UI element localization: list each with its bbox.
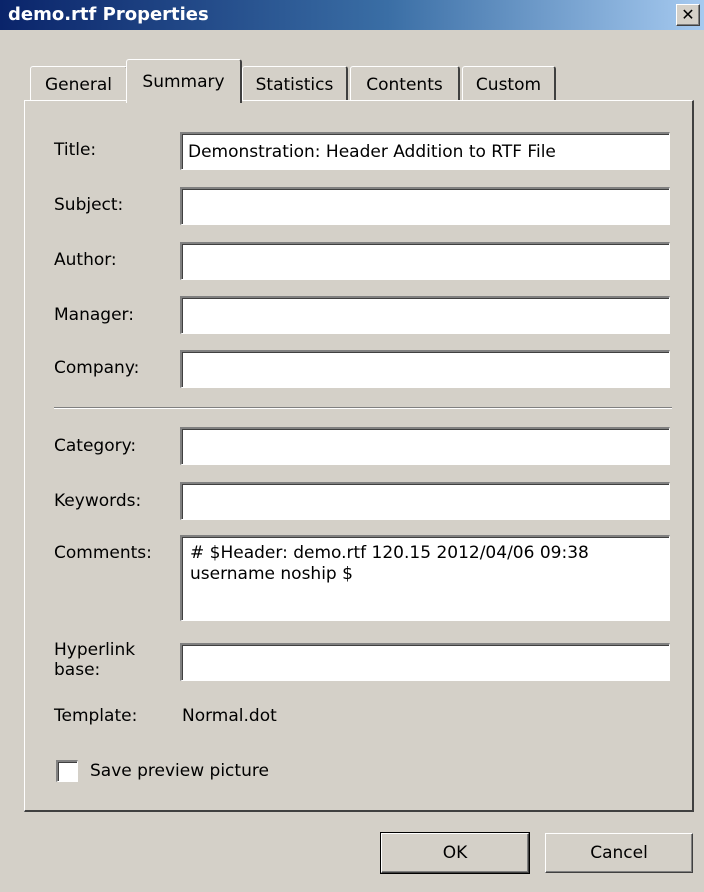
manager-label: Manager: (54, 305, 134, 325)
subject-label: Subject: (54, 195, 124, 215)
comments-label: Comments: (54, 543, 152, 563)
save-preview-label: Save preview picture (90, 761, 269, 781)
save-preview-checkbox[interactable] (56, 760, 78, 782)
template-label: Template: (54, 706, 138, 726)
keywords-label: Keywords: (54, 491, 142, 511)
comments-field[interactable]: # $Header: demo.rtf 120.15 2012/04/06 09… (180, 535, 670, 621)
author-field[interactable] (180, 242, 670, 280)
summary-content: Title: Subject: Author: Manager: Company… (0, 0, 704, 892)
company-label: Company: (54, 358, 140, 378)
hyperlink-base-label: Hyperlink base: (54, 640, 136, 680)
author-label: Author: (54, 250, 117, 270)
title-field[interactable] (180, 132, 670, 170)
keywords-field[interactable] (180, 482, 670, 520)
manager-field[interactable] (180, 296, 670, 334)
section-separator (54, 407, 672, 409)
properties-dialog: demo.rtf Properties ✕ General Summary St… (0, 0, 704, 892)
title-label: Title: (54, 140, 97, 160)
company-field[interactable] (180, 350, 670, 388)
category-label: Category: (54, 436, 137, 456)
subject-field[interactable] (180, 187, 670, 225)
hyperlink-base-field[interactable] (180, 643, 670, 681)
template-value: Normal.dot (182, 706, 277, 726)
category-field[interactable] (180, 427, 670, 465)
